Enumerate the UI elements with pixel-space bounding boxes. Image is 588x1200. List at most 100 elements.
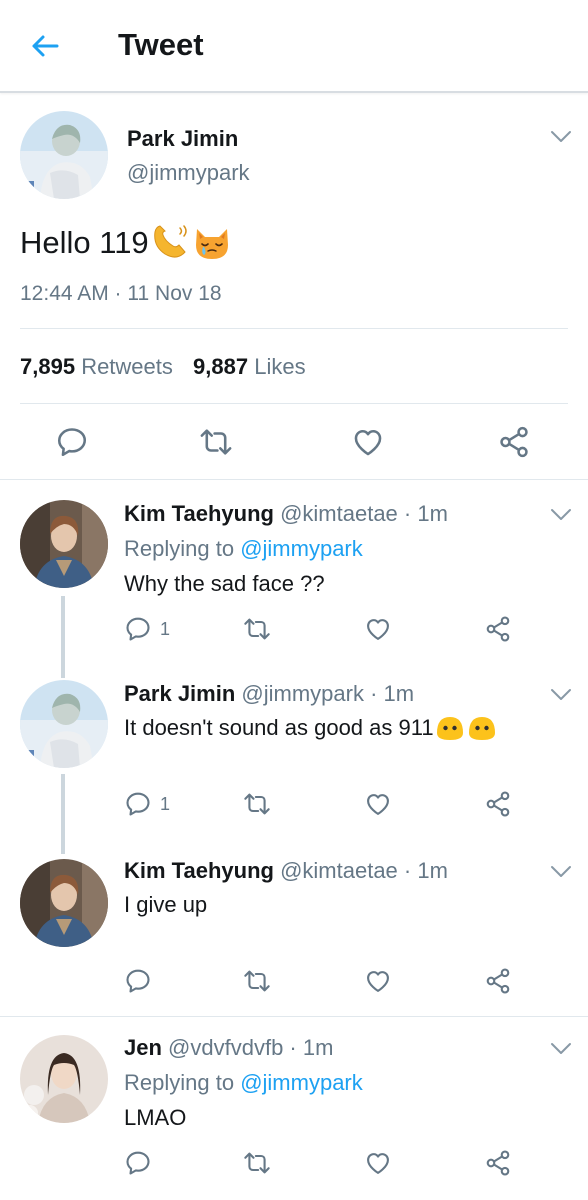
replying-prefix: Replying to (124, 1070, 235, 1095)
replying-to: Replying to @jimmypark (124, 1070, 363, 1096)
likes-stat[interactable]: 9,887 Likes (193, 354, 306, 379)
reply-icon (124, 790, 152, 818)
reply-button[interactable] (124, 967, 160, 995)
reply-actions (124, 1149, 524, 1179)
reply-icon (55, 425, 89, 459)
retweet-icon (242, 967, 272, 995)
author-name[interactable]: Park Jimin (124, 681, 235, 706)
share-button[interactable] (484, 1149, 512, 1177)
share-icon (484, 1149, 512, 1177)
top-bar: Tweet (0, 0, 588, 93)
face-without-mouth-emoji (468, 717, 495, 740)
author-name[interactable]: Park Jimin (127, 126, 238, 152)
like-button[interactable] (364, 790, 392, 818)
share-button[interactable] (497, 425, 531, 459)
chevron-down-icon[interactable] (550, 865, 572, 879)
telephone-receiver-emoji (150, 225, 190, 261)
arrow-left-icon (32, 35, 59, 57)
reply-text: Why the sad face ?? (124, 571, 325, 596)
reply-text-row: It doesn't sound as good as 911 (124, 713, 498, 743)
heart-icon (351, 425, 385, 459)
author-handle[interactable]: @jimmypark (127, 160, 250, 186)
like-button[interactable] (364, 967, 392, 995)
share-button[interactable] (484, 615, 512, 643)
replying-to: Replying to @jimmypark (124, 536, 363, 562)
replying-to-link[interactable]: @jimmypark (240, 1070, 363, 1095)
replying-prefix: Replying to (124, 536, 235, 561)
reply-header: Kim Taehyung @kimtaetae · 1m (124, 858, 448, 884)
reply-button[interactable] (55, 425, 89, 459)
retweet-button[interactable] (242, 967, 272, 995)
reply-tweet: Jen @vdvfvdvfb · 1m Replying to @jimmypa… (0, 1017, 588, 1200)
author-handle[interactable]: @vdvfvdvfb · 1m (168, 1035, 333, 1060)
reply-text: I give up (124, 892, 208, 917)
divider (20, 403, 568, 404)
reply-tweet: Kim Taehyung @kimtaetae · 1m I give up (0, 840, 588, 1016)
page-title: Tweet (118, 27, 204, 62)
like-button[interactable] (364, 1149, 392, 1177)
tweet-text: Hello 119 (20, 225, 149, 260)
reply-count: 1 (160, 793, 171, 814)
share-button[interactable] (484, 790, 512, 818)
reply-actions: 1 (124, 790, 524, 820)
share-icon (484, 790, 512, 818)
tweet-stats: 7,895 Retweets 9,887 Likes (20, 354, 306, 380)
share-button[interactable] (484, 967, 512, 995)
retweet-button[interactable] (242, 1149, 272, 1177)
like-button[interactable] (364, 615, 392, 643)
heart-icon (364, 1149, 392, 1177)
retweet-icon (242, 1149, 272, 1177)
retweet-icon (242, 615, 272, 643)
author-name[interactable]: Jen (124, 1035, 162, 1060)
like-button[interactable] (351, 425, 385, 459)
reply-text: LMAO (124, 1105, 187, 1130)
chevron-down-icon[interactable] (550, 1042, 572, 1056)
avatar[interactable] (20, 500, 108, 588)
share-icon (484, 615, 512, 643)
main-tweet: Park Jimin @jimmypark Hello 119 12:44 AM… (0, 95, 588, 480)
author-handle[interactable]: @jimmypark · 1m (241, 681, 414, 706)
share-icon (497, 425, 531, 459)
retweet-icon (242, 790, 272, 818)
likes-label: Likes (254, 354, 306, 379)
author-handle[interactable]: @kimtaetae · 1m (280, 501, 448, 526)
face-without-mouth-emoji (436, 717, 463, 740)
reply-actions: 1 (124, 615, 524, 645)
likes-count: 9,887 (193, 354, 249, 379)
retweet-icon (198, 425, 234, 459)
author-name[interactable]: Kim Taehyung (124, 501, 274, 526)
author-handle[interactable]: @kimtaetae · 1m (280, 858, 448, 883)
reply-header: Kim Taehyung @kimtaetae · 1m (124, 501, 448, 527)
reply-text: It doesn't sound as good as 911 (124, 715, 434, 740)
reply-header: Jen @vdvfvdvfb · 1m (124, 1035, 333, 1061)
reply-button[interactable]: 1 (124, 790, 170, 818)
retweet-button[interactable] (242, 790, 272, 818)
back-button[interactable] (22, 26, 68, 66)
retweets-count: 7,895 (20, 354, 76, 379)
crying-cat-face-emoji (191, 225, 233, 261)
retweet-button[interactable] (198, 425, 234, 459)
reply-actions (124, 967, 524, 997)
author-name[interactable]: Kim Taehyung (124, 858, 274, 883)
retweets-stat[interactable]: 7,895 Retweets (20, 354, 173, 379)
reply-button[interactable]: 1 (124, 615, 170, 643)
reply-count: 1 (160, 618, 171, 639)
avatar[interactable] (20, 859, 108, 947)
chevron-down-icon[interactable] (550, 508, 572, 522)
reply-tweet: Park Jimin @jimmypark · 1m It doesn't so… (0, 662, 588, 832)
avatar[interactable] (20, 680, 108, 768)
divider (20, 328, 568, 329)
heart-icon (364, 967, 392, 995)
tweet-timestamp[interactable]: 12:44 AM · 11 Nov 18 (20, 282, 222, 306)
replying-to-link[interactable]: @jimmypark (240, 536, 363, 561)
heart-icon (364, 790, 392, 818)
chevron-down-icon[interactable] (550, 130, 572, 144)
tweet-actions (0, 420, 588, 464)
retweet-button[interactable] (242, 615, 272, 643)
reply-button[interactable] (124, 1149, 160, 1177)
heart-icon (364, 615, 392, 643)
chevron-down-icon[interactable] (550, 688, 572, 702)
avatar[interactable] (20, 111, 108, 199)
avatar[interactable] (20, 1035, 108, 1123)
reply-icon (124, 615, 152, 643)
